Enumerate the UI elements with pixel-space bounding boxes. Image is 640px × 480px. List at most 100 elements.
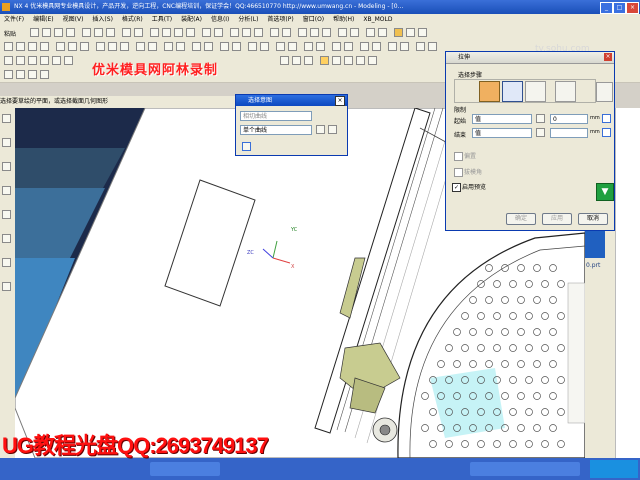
system-materials-icon[interactable]: [2, 282, 11, 291]
end-value-input[interactable]: [550, 128, 588, 138]
start-formula-icon[interactable]: [536, 114, 545, 123]
ok-button[interactable]: 确定: [506, 213, 536, 225]
boolean-step-icon[interactable]: [555, 81, 576, 102]
wcs-icon[interactable]: [282, 28, 291, 37]
part-thumbnail[interactable]: [585, 230, 605, 258]
menu-window[interactable]: 窗口(O): [303, 14, 324, 26]
extrude-close-icon[interactable]: ×: [604, 53, 612, 61]
snap-body-icon[interactable]: [368, 56, 377, 65]
hole-icon[interactable]: [338, 28, 347, 37]
preview-checkbox[interactable]: ✓: [452, 183, 461, 192]
datum-plane-icon[interactable]: [220, 42, 229, 51]
selection-intent-close[interactable]: ×: [335, 96, 345, 106]
offset-checkbox[interactable]: [454, 168, 463, 177]
datum-axis-icon[interactable]: [232, 42, 241, 51]
chamfer-icon[interactable]: [108, 42, 117, 51]
history-icon[interactable]: [2, 162, 11, 171]
select-edge-icon[interactable]: [16, 70, 25, 79]
palette-icon[interactable]: [2, 210, 11, 219]
pattern-icon[interactable]: [192, 42, 201, 51]
start-handle-icon[interactable]: [602, 114, 611, 123]
snap-grid-icon[interactable]: [356, 56, 365, 65]
measure-icon[interactable]: [406, 28, 415, 37]
open-icon[interactable]: [42, 28, 51, 37]
minimize-button[interactable]: _: [600, 2, 613, 14]
color-icon[interactable]: [316, 42, 325, 51]
reverse-direction-icon[interactable]: [596, 82, 613, 102]
filter-field[interactable]: 相切曲线: [240, 111, 312, 121]
maximize-button[interactable]: □: [613, 2, 626, 14]
view-top-icon[interactable]: [242, 28, 251, 37]
view-iso-icon[interactable]: [254, 28, 263, 37]
wireframe-icon[interactable]: [214, 28, 223, 37]
delete-icon[interactable]: [360, 42, 369, 51]
replace-icon[interactable]: [400, 42, 409, 51]
end-mode-select[interactable]: 值: [472, 128, 532, 138]
show-icon[interactable]: [344, 42, 353, 51]
snap-mid-icon[interactable]: [40, 56, 49, 65]
blend-icon[interactable]: [96, 42, 105, 51]
menu-format[interactable]: 格式(R): [122, 14, 143, 26]
draft-checkbox[interactable]: [454, 152, 463, 161]
intent-option-1-icon[interactable]: [316, 125, 325, 134]
end-formula-icon[interactable]: [536, 128, 545, 137]
vector-step-icon[interactable]: [525, 81, 546, 102]
select-face-icon[interactable]: [4, 70, 13, 79]
roles-icon[interactable]: [2, 186, 11, 195]
line-icon[interactable]: [366, 28, 375, 37]
menu-info[interactable]: 信息(I): [211, 14, 229, 26]
filter-icon[interactable]: [16, 56, 25, 65]
redo-icon[interactable]: [134, 28, 143, 37]
save-icon[interactable]: [54, 28, 63, 37]
section-step-icon[interactable]: [479, 81, 500, 102]
snap-quad-icon[interactable]: [64, 56, 73, 65]
menu-help[interactable]: 帮助(H): [333, 14, 354, 26]
snap-face-icon[interactable]: [332, 56, 341, 65]
snap-center-icon[interactable]: [52, 56, 61, 65]
select-feature-icon[interactable]: [28, 70, 37, 79]
menu-xbmold[interactable]: XB_MOLD: [363, 14, 392, 26]
reuse-library-icon[interactable]: [2, 258, 11, 267]
arc-icon[interactable]: [378, 28, 387, 37]
split-icon[interactable]: [176, 42, 185, 51]
hide-icon[interactable]: [332, 42, 341, 51]
menu-insert[interactable]: 插入(S): [92, 14, 113, 26]
shell-icon[interactable]: [120, 42, 129, 51]
taskbar-task-2[interactable]: [470, 462, 580, 476]
shaded-icon[interactable]: [202, 28, 211, 37]
thicken-icon[interactable]: [304, 42, 313, 51]
zoom-icon[interactable]: [162, 28, 171, 37]
snap-int-icon[interactable]: [280, 56, 289, 65]
snap-point-icon[interactable]: [304, 56, 313, 65]
transform-icon[interactable]: [372, 42, 381, 51]
view-front-icon[interactable]: [230, 28, 239, 37]
snap-tan-icon[interactable]: [292, 56, 301, 65]
boss-icon[interactable]: [350, 28, 359, 37]
more-options-chevron-icon[interactable]: ▼: [596, 183, 614, 201]
cancel-button[interactable]: 取消: [578, 213, 608, 225]
part-navigator-icon[interactable]: [2, 114, 11, 123]
offset-icon[interactable]: [148, 42, 157, 51]
cut-icon[interactable]: [82, 28, 91, 37]
select-body-icon[interactable]: [40, 70, 49, 79]
surface-icon[interactable]: [276, 42, 285, 51]
unite-icon[interactable]: [56, 42, 65, 51]
curve-icon[interactable]: [260, 42, 269, 51]
menu-analysis[interactable]: 分析(L): [238, 14, 258, 26]
assembly-navigator-icon[interactable]: [2, 138, 11, 147]
right-scroll-area[interactable]: [615, 108, 640, 458]
edit-icon[interactable]: [388, 42, 397, 51]
mirror-icon[interactable]: [204, 42, 213, 51]
sew-icon[interactable]: [288, 42, 297, 51]
menu-edit[interactable]: 编辑(E): [33, 14, 53, 26]
start-value-input[interactable]: 0: [550, 114, 588, 124]
select-all-icon[interactable]: [4, 56, 13, 65]
draft-icon[interactable]: [136, 42, 145, 51]
print-icon[interactable]: [66, 28, 75, 37]
undo-icon[interactable]: [122, 28, 131, 37]
menu-view[interactable]: 视图(V): [63, 14, 84, 26]
end-handle-icon[interactable]: [602, 128, 611, 137]
analysis-icon[interactable]: [418, 28, 427, 37]
intent-option-2-icon[interactable]: [328, 125, 337, 134]
rotate-icon[interactable]: [174, 28, 183, 37]
